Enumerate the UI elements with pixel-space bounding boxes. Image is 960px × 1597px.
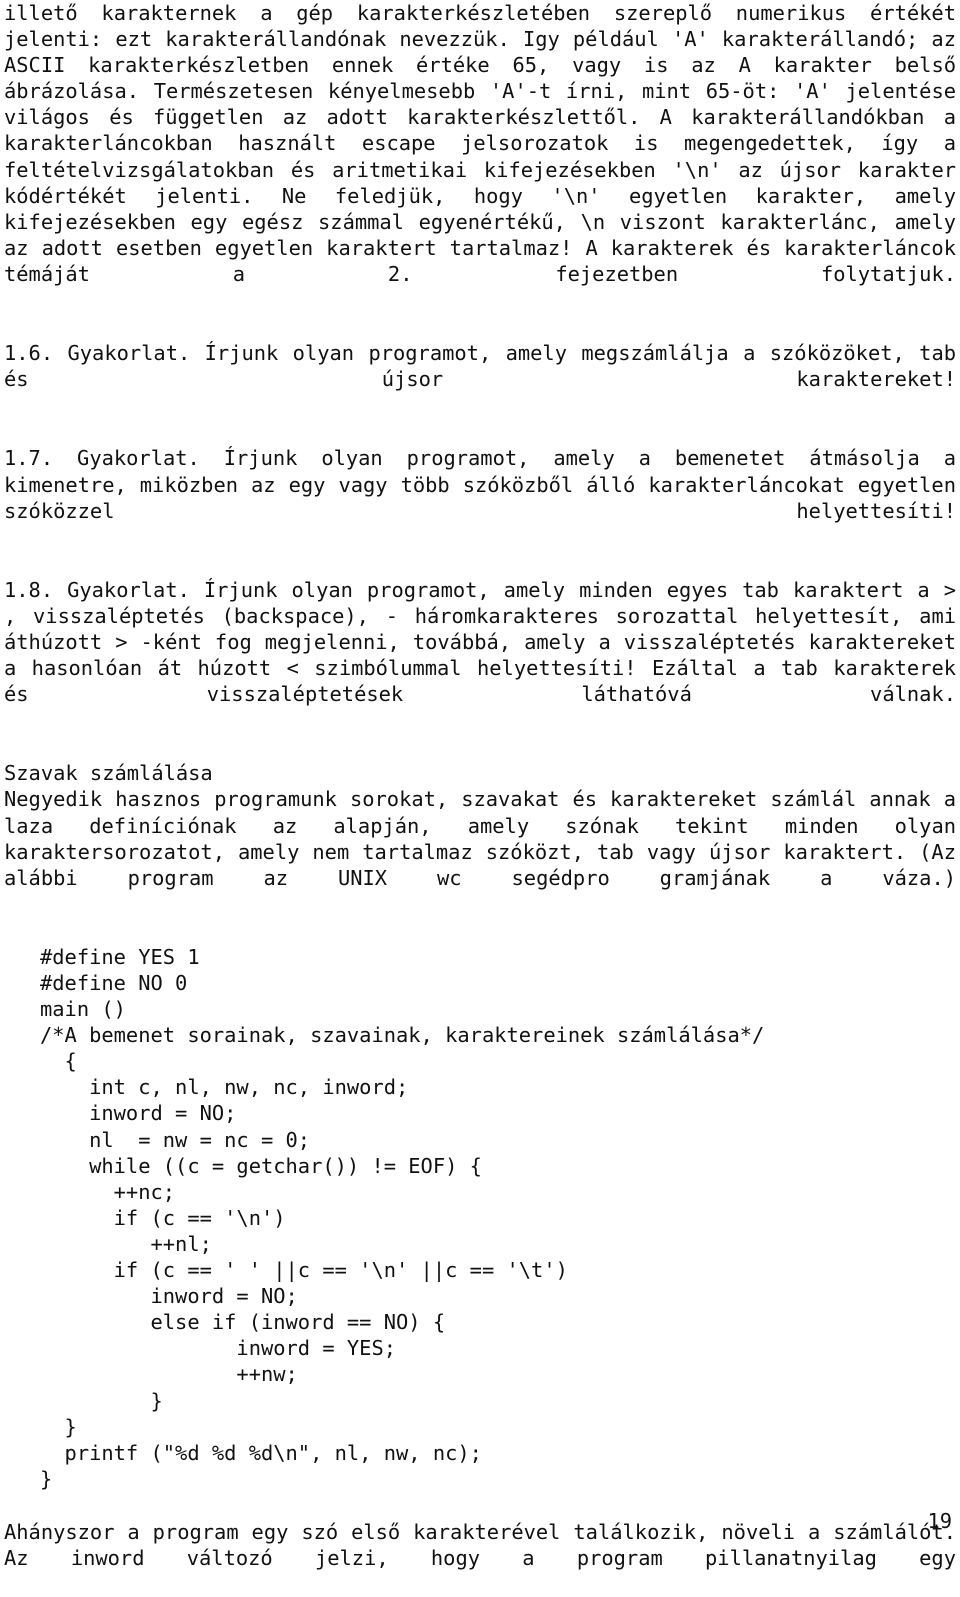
exercise-1-6: 1.6. Gyakorlat. Írjunk olyan programot, …: [4, 341, 956, 392]
code-gap-top: [4, 917, 956, 944]
closing-paragraph: Ahányszor a program egy szó első karakte…: [4, 1519, 956, 1570]
section-heading: Szavak számlálása: [4, 761, 213, 786]
section-paragraph: Negyedik hasznos programunk sorokat, sza…: [4, 787, 956, 890]
document-page: illető karakternek a gép karakterkészlet…: [0, 0, 960, 1570]
text-column: illető karakternek a gép karakterkészlet…: [4, 0, 956, 1597]
exercise-1-7: 1.7. Gyakorlat. Írjunk olyan programot, …: [4, 446, 956, 523]
page-number: 19: [927, 1509, 952, 1533]
code-listing: #define YES 1 #define NO 0 main () /*A b…: [40, 944, 765, 1491]
code-gap-bottom: [4, 1492, 956, 1519]
exercise-1-8: 1.8. Gyakorlat. Írjunk olyan programot, …: [4, 577, 956, 707]
paragraph-continued: illető karakternek a gép karakterkészlet…: [4, 1, 956, 286]
code-listing-container: #define YES 1 #define NO 0 main () /*A b…: [4, 944, 956, 1492]
